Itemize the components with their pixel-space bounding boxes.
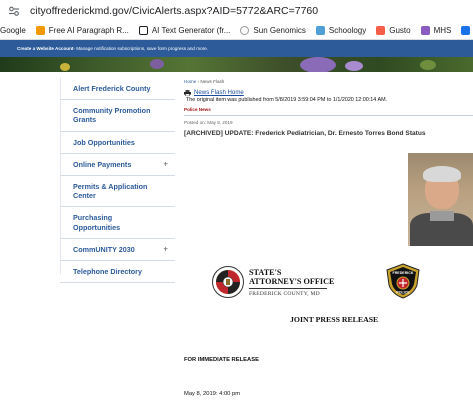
- bookmark-label: Sun Genomics: [253, 26, 306, 35]
- create-account-link[interactable]: Create a Website Account: [17, 46, 73, 51]
- notification-text: - Manage notification subscriptions, sav…: [73, 46, 208, 51]
- bookmark-label: Schoology: [328, 26, 367, 35]
- sao-line-3: FREDERICK COUNTY, MD: [249, 291, 320, 297]
- doctor-photo: [408, 153, 473, 246]
- published-note: The original item was published from 5/8…: [186, 97, 388, 103]
- bookmark-label: Free AI Paragraph R...: [48, 26, 129, 35]
- photo-hair: [423, 166, 461, 182]
- sao-line-2: ATTORNEY'S OFFICE: [249, 276, 335, 286]
- category-label: Police News: [184, 107, 211, 112]
- article-title: [ARCHIVED] UPDATE: Frederick Pediatricia…: [184, 130, 426, 137]
- sidebar-item[interactable]: Purchasing Opportunities: [60, 207, 175, 239]
- expand-icon[interactable]: +: [163, 245, 168, 254]
- joint-press-release-heading: JOINT PRESS RELEASE: [290, 315, 379, 324]
- bookmark-item[interactable]: AI Text Generator (fr...: [138, 26, 231, 35]
- sidebar-item-label[interactable]: Permits & Application Center: [73, 182, 147, 200]
- bookmark-item[interactable]: MHS: [420, 26, 452, 35]
- photo-collar: [430, 211, 454, 221]
- sidebar-item-label[interactable]: Community Promotion Grants: [73, 106, 150, 124]
- sidebar-item[interactable]: Job Opportunities: [60, 132, 175, 154]
- sidebar-item-label[interactable]: Alert Frederick County: [73, 84, 150, 93]
- bookmark-label: Gusto: [389, 26, 411, 35]
- sao-rule: [249, 288, 327, 289]
- article-content: Home › News Flash News Flash Home The or…: [184, 79, 473, 137]
- address-bar[interactable]: cityoffrederickmd.gov/CivicAlerts.aspx?A…: [0, 0, 473, 22]
- bookmark-item[interactable]: Google: [0, 26, 26, 35]
- aed-icon: [461, 26, 471, 35]
- news-flash-home-label[interactable]: News Flash Home: [194, 89, 244, 96]
- divider: [184, 115, 473, 116]
- posted-date: Posted on: May 8, 2019: [184, 120, 233, 125]
- bookmark-item[interactable]: Free AI Paragraph R...: [35, 26, 129, 35]
- maryland-seal-logo: [212, 266, 244, 298]
- gusto-icon: [376, 26, 386, 35]
- sidebar-item-label[interactable]: Telephone Directory: [73, 267, 142, 276]
- badge-text-bottom: POLICE: [396, 291, 410, 295]
- printer-icon: [184, 89, 191, 96]
- sun-genomics-icon: [240, 26, 250, 35]
- text-generator-icon: [138, 26, 148, 35]
- site-settings-icon[interactable]: [8, 5, 20, 17]
- bookmark-item[interactable]: AED & Evaluation A...: [461, 26, 473, 35]
- press-release-dateline: May 8, 2019: 4:00 pm: [184, 391, 241, 397]
- immediate-release-label: FOR IMMEDIATE RELEASE: [184, 357, 259, 363]
- sidebar-item[interactable]: Community Promotion Grants: [60, 100, 175, 132]
- states-attorney-wordmark: STATE'S ATTORNEY'S OFFICE FREDERICK COUN…: [249, 268, 335, 297]
- expand-icon[interactable]: +: [163, 160, 168, 169]
- bookmarks-bar: Google Free AI Paragraph R... AI Text Gene…: [0, 22, 473, 40]
- account-notification-bar: Create a Website Account - Manage notifi…: [0, 40, 473, 57]
- sidebar-item-label[interactable]: Job Opportunities: [73, 138, 135, 147]
- breadcrumb-current: News Flash: [200, 79, 225, 84]
- news-flash-home-link[interactable]: News Flash Home: [184, 89, 473, 96]
- sidebar-item[interactable]: CommUNITY 2030 +: [60, 239, 175, 262]
- sidebar-item[interactable]: Telephone Directory: [60, 261, 175, 284]
- schoology-icon: [315, 26, 325, 35]
- sidebar-nav: Alert Frederick County Community Promotio…: [60, 78, 175, 284]
- bookmark-label: Google: [0, 26, 26, 35]
- bookmark-item[interactable]: Schoology: [315, 26, 367, 35]
- bookmark-item[interactable]: Sun Genomics: [240, 26, 306, 35]
- badge-text-top: FREDERICK: [393, 271, 414, 275]
- url-text[interactable]: cityoffrederickmd.gov/CivicAlerts.aspx?A…: [30, 5, 318, 17]
- breadcrumb: Home › News Flash: [184, 79, 473, 84]
- sidebar-item[interactable]: Alert Frederick County: [60, 78, 175, 101]
- bookmark-item[interactable]: Gusto: [376, 26, 411, 35]
- sidebar-item[interactable]: Online Payments +: [60, 154, 175, 177]
- breadcrumb-home-link[interactable]: Home: [184, 79, 196, 84]
- paragraph-icon: [35, 26, 45, 35]
- sidebar-item-label[interactable]: Online Payments: [73, 160, 131, 169]
- bookmark-label: MHS: [433, 26, 452, 35]
- header-banner-image: [0, 57, 473, 72]
- sidebar-item-label[interactable]: CommUNITY 2030: [73, 245, 135, 254]
- bookmark-label: AI Text Generator (fr...: [151, 26, 231, 35]
- sidebar-item-label[interactable]: Purchasing Opportunities: [73, 213, 120, 231]
- sidebar-item[interactable]: Permits & Application Center: [60, 176, 175, 208]
- mhs-icon: [420, 26, 430, 35]
- frederick-police-badge-logo: FREDERICK POLICE: [386, 263, 420, 299]
